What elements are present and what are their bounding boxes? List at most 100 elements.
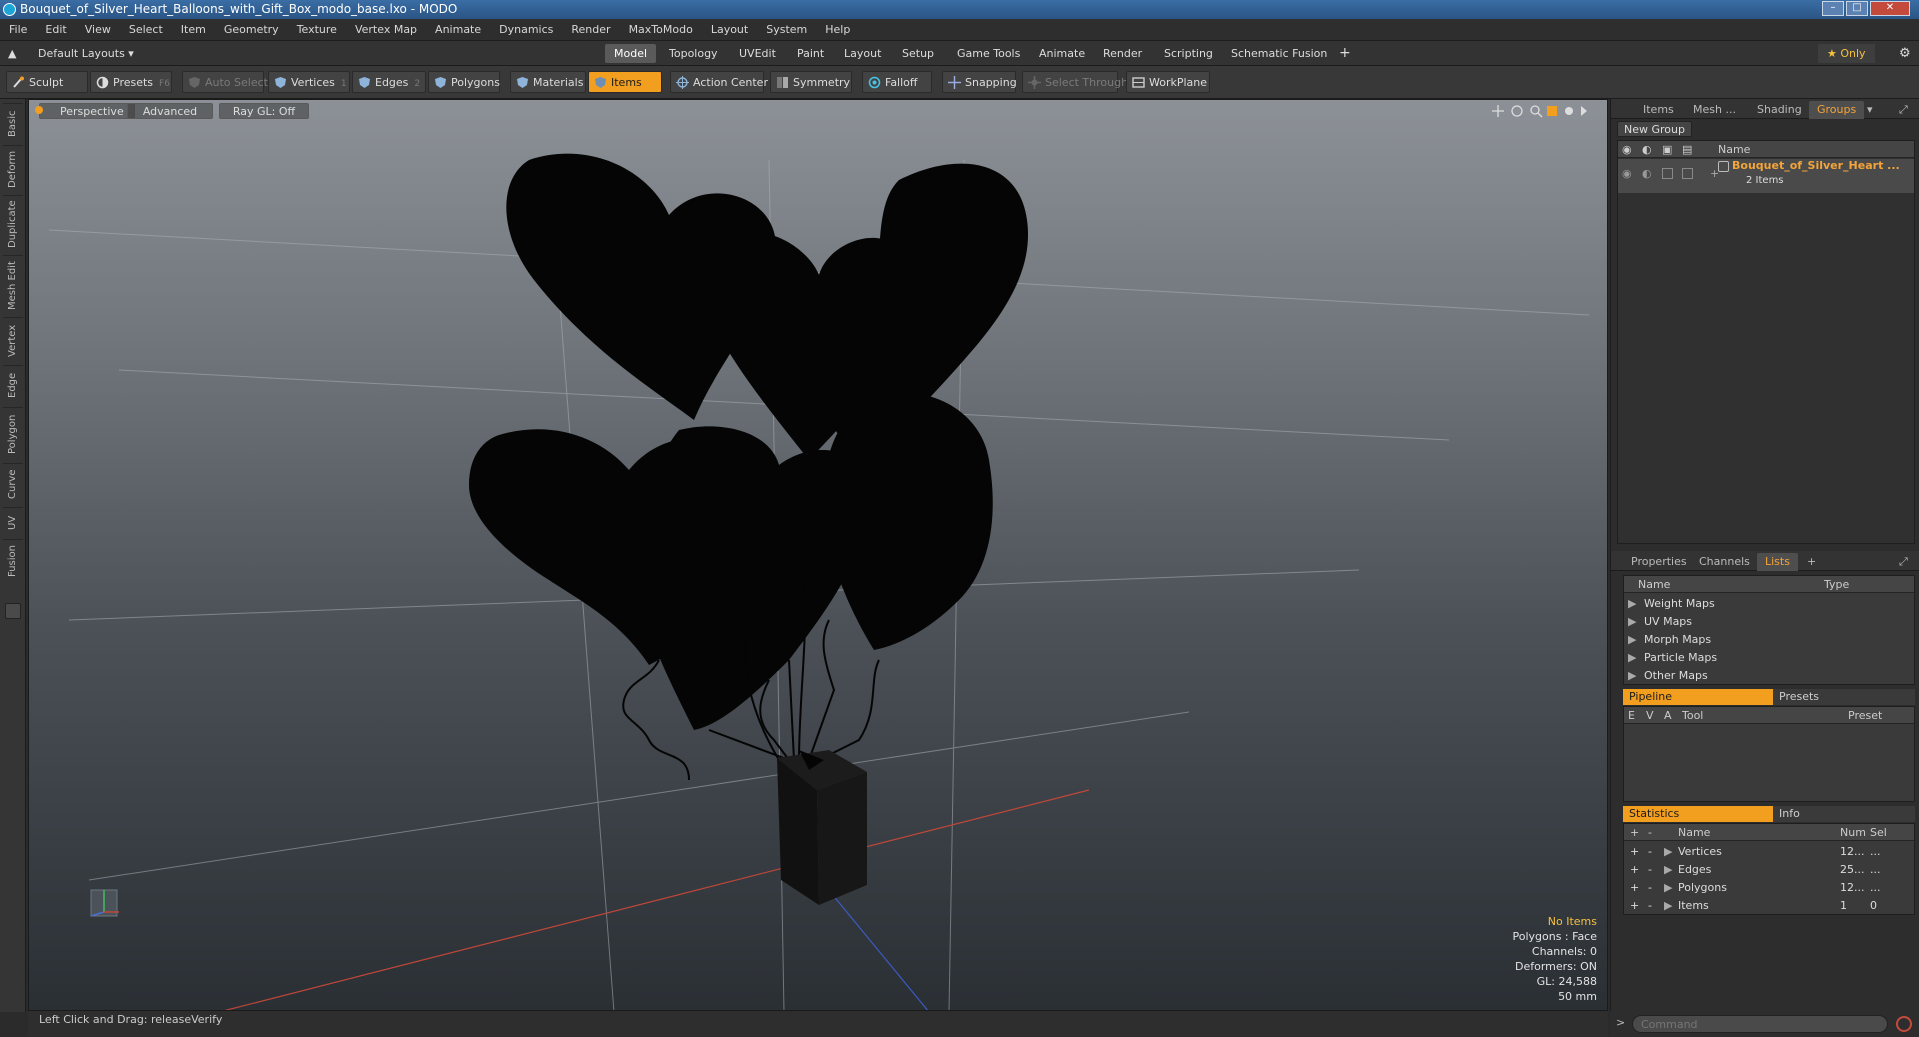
tab-animate[interactable]: Animate	[1030, 44, 1094, 63]
menu-help[interactable]: Help	[816, 19, 859, 41]
menu-maxtomodo[interactable]: MaxToModo	[620, 19, 702, 41]
vtab-duplicate[interactable]: Duplicate	[3, 195, 23, 253]
tab-lists[interactable]: Lists	[1757, 553, 1798, 571]
render-toggle-icon[interactable]: ◐	[1642, 167, 1652, 180]
tab-mesh[interactable]: Mesh ...	[1685, 101, 1744, 119]
vertices-button[interactable]: Vertices 1	[268, 71, 350, 93]
expand-icon[interactable]: ⤢	[1891, 101, 1916, 119]
menu-layout[interactable]: Layout	[702, 19, 757, 41]
tab-topology[interactable]: Topology	[660, 44, 727, 63]
menu-select[interactable]: Select	[120, 19, 172, 41]
expand-arrow-icon[interactable]: ▶	[1628, 595, 1636, 613]
layout-preset-dropdown[interactable]: Default Layouts ▾	[29, 44, 143, 63]
table-row[interactable]: + - ▶ Polygons 12... ...	[1624, 879, 1914, 897]
layout-menu-icon[interactable]: ▲	[4, 44, 25, 63]
add-icon[interactable]: +	[1630, 861, 1639, 879]
menu-dynamics[interactable]: Dynamics	[490, 19, 562, 41]
remove-icon[interactable]: -	[1648, 843, 1652, 861]
tab-pipeline[interactable]: Pipeline	[1623, 689, 1773, 705]
tab-info[interactable]: Info	[1773, 806, 1915, 822]
vtab-fusion[interactable]: Fusion	[3, 539, 23, 583]
menu-render[interactable]: Render	[562, 19, 619, 41]
expand-arrow-icon[interactable]: ▶	[1628, 613, 1636, 631]
symmetry-button[interactable]: Symmetry	[770, 71, 852, 93]
vtab-mesh-edit[interactable]: Mesh Edit	[3, 255, 23, 315]
add-icon[interactable]: +	[1630, 897, 1639, 915]
viewport-nav-icons[interactable]	[1491, 103, 1591, 119]
minimize-button[interactable]: –	[1822, 1, 1844, 16]
expand-arrow-icon[interactable]: ▶	[1628, 649, 1636, 667]
menu-geometry[interactable]: Geometry	[215, 19, 288, 41]
snapping-button[interactable]: Snapping	[942, 71, 1017, 93]
vtab-deform[interactable]: Deform	[3, 145, 23, 193]
expand-arrow-icon[interactable]: ▶	[1664, 879, 1672, 897]
tab-groups[interactable]: Groups	[1809, 101, 1865, 119]
vtab-uv[interactable]: UV	[3, 507, 23, 537]
close-button[interactable]: ✕	[1870, 1, 1910, 16]
only-toggle[interactable]: ★ Only	[1818, 44, 1875, 63]
remove-icon[interactable]: -	[1648, 879, 1652, 897]
presets-button[interactable]: Presets F6	[90, 71, 172, 93]
expand-arrow-icon[interactable]: ▶	[1664, 861, 1672, 879]
add-icon[interactable]: +	[1630, 843, 1639, 861]
maximize-button[interactable]: □	[1846, 1, 1868, 16]
lock-toggle[interactable]	[1662, 168, 1673, 179]
tab-uvedit[interactable]: UVEdit	[730, 44, 785, 63]
vtab-edge[interactable]: Edge	[3, 365, 23, 405]
perspective-button[interactable]: Perspective	[39, 103, 135, 119]
vtab-polygon[interactable]: Polygon	[3, 407, 23, 461]
menu-edit[interactable]: Edit	[36, 19, 75, 41]
add-icon[interactable]: +	[1630, 879, 1639, 897]
list-item[interactable]: ▶ UV Maps	[1624, 613, 1914, 631]
list-item[interactable]: ▶ Particle Maps	[1624, 649, 1914, 667]
visibility-toggle-icon[interactable]: ◉	[1622, 167, 1632, 180]
workplane-button[interactable]: WorkPlane	[1126, 71, 1210, 93]
action-center-button[interactable]: Action Center	[670, 71, 768, 93]
auto-select-button[interactable]: Auto Select	[182, 71, 268, 93]
tab-scripting[interactable]: Scripting	[1155, 44, 1222, 63]
tab-shading[interactable]: Shading	[1749, 101, 1810, 119]
table-row[interactable]: + - ▶ Edges 25... ...	[1624, 861, 1914, 879]
group-row[interactable]: ◉ ◐ + Bouquet_of_Silver_Heart ... 2 Item…	[1618, 159, 1914, 193]
list-item[interactable]: ▶ Weight Maps	[1624, 595, 1914, 613]
tab-statistics[interactable]: Statistics	[1623, 806, 1773, 822]
falloff-button[interactable]: Falloff	[862, 71, 932, 93]
chevron-down-icon[interactable]: ▾	[1859, 101, 1881, 119]
select-through-button[interactable]: Select Through	[1022, 71, 1128, 93]
add-tab-button[interactable]: +	[1799, 553, 1824, 571]
menu-texture[interactable]: Texture	[288, 19, 346, 41]
table-row[interactable]: + - ▶ Vertices 12... ...	[1624, 843, 1914, 861]
toolbox-toggle[interactable]	[5, 603, 21, 619]
sculpt-button[interactable]: Sculpt	[6, 71, 88, 93]
advanced-button[interactable]: Advanced	[127, 103, 213, 119]
tab-schematic-fusion[interactable]: Schematic Fusion	[1222, 44, 1336, 63]
tab-layout[interactable]: Layout	[835, 44, 890, 63]
raygl-button[interactable]: Ray GL: Off	[219, 103, 309, 119]
tab-properties[interactable]: Properties	[1623, 553, 1695, 571]
tab-render[interactable]: Render	[1094, 44, 1151, 63]
gear-icon[interactable]: ⚙	[1890, 44, 1919, 63]
list-item[interactable]: ▶ Other Maps	[1624, 667, 1914, 685]
tab-model[interactable]: Model	[605, 44, 657, 63]
viewport-menu-icon[interactable]	[35, 106, 43, 114]
expand-arrow-icon[interactable]: ▶	[1628, 667, 1636, 685]
expand-arrow-icon[interactable]: ▶	[1664, 897, 1672, 915]
record-icon[interactable]	[1896, 1016, 1912, 1032]
tab-items[interactable]: Items	[1635, 101, 1682, 119]
expand-arrow-icon[interactable]: ▶	[1628, 631, 1636, 649]
tab-presets[interactable]: Presets	[1773, 689, 1915, 705]
materials-button[interactable]: Materials	[510, 71, 586, 93]
menu-item[interactable]: Item	[172, 19, 215, 41]
add-tab-button[interactable]: +	[1330, 44, 1360, 63]
menu-system[interactable]: System	[757, 19, 816, 41]
edges-button[interactable]: Edges 2	[352, 71, 426, 93]
group-name[interactable]: Bouquet_of_Silver_Heart ...	[1732, 159, 1900, 172]
list-item[interactable]: ▶ Morph Maps	[1624, 631, 1914, 649]
menu-vertex-map[interactable]: Vertex Map	[346, 19, 426, 41]
expand-arrow-icon[interactable]: ▶	[1664, 843, 1672, 861]
tab-paint[interactable]: Paint	[788, 44, 833, 63]
items-button[interactable]: Items	[588, 71, 662, 93]
remove-icon[interactable]: -	[1648, 897, 1652, 915]
remove-icon[interactable]: -	[1648, 861, 1652, 879]
new-group-button[interactable]: New Group	[1617, 121, 1692, 137]
